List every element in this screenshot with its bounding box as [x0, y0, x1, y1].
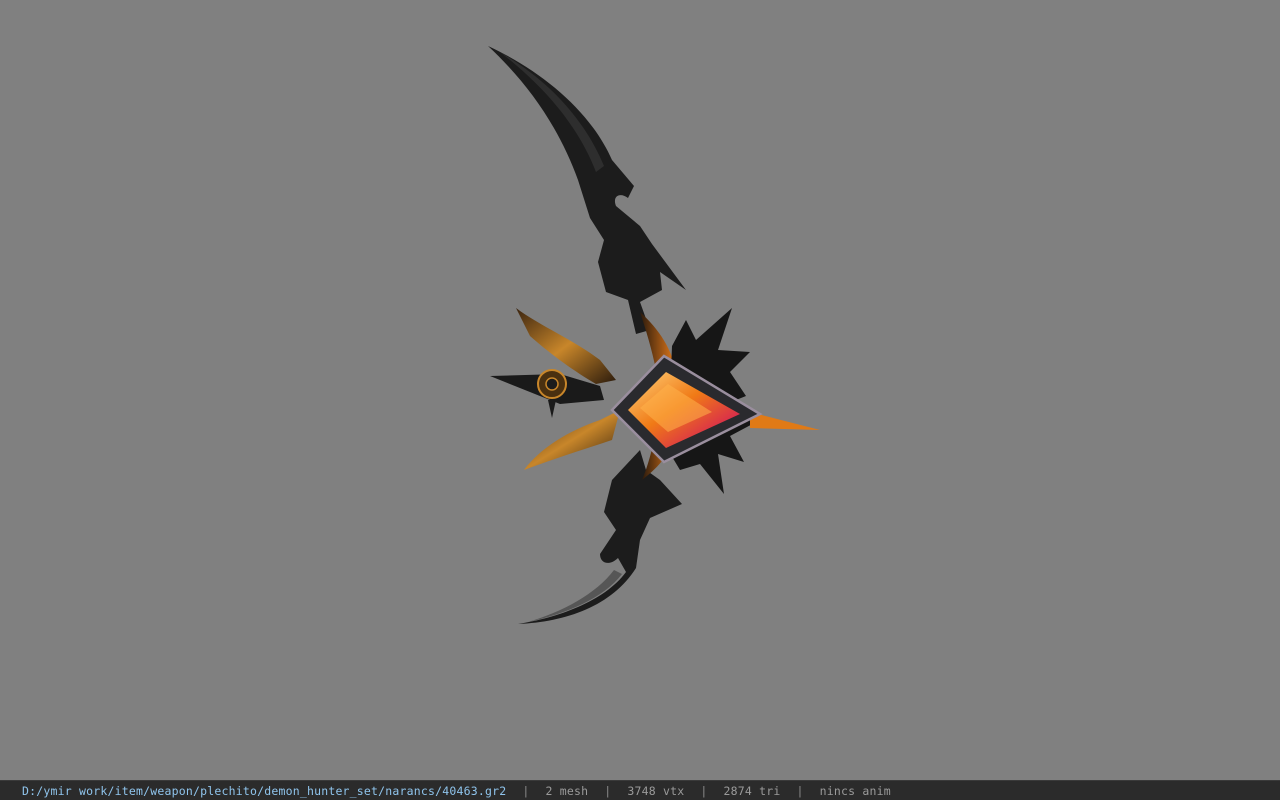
- bow-model[interactable]: [0, 0, 1280, 780]
- separator: |: [796, 783, 804, 798]
- vertex-count: 3748 vtx: [627, 783, 685, 798]
- upper-limb: [488, 46, 686, 334]
- rear-fins: [490, 308, 620, 470]
- mesh-count: 2 mesh: [545, 783, 589, 798]
- file-path: D:/ymir work/item/weapon/plechito/demon_…: [22, 783, 507, 798]
- status-bar: D:/ymir work/item/weapon/plechito/demon_…: [0, 780, 1280, 800]
- separator: |: [700, 783, 708, 798]
- model-viewport[interactable]: [0, 0, 1280, 780]
- central-gem: [610, 354, 763, 464]
- triangle-count: 2874 tri: [723, 783, 781, 798]
- separator: |: [604, 783, 612, 798]
- lower-limb: [518, 450, 682, 624]
- animation-status: nincs anim: [819, 783, 891, 798]
- separator: |: [522, 783, 530, 798]
